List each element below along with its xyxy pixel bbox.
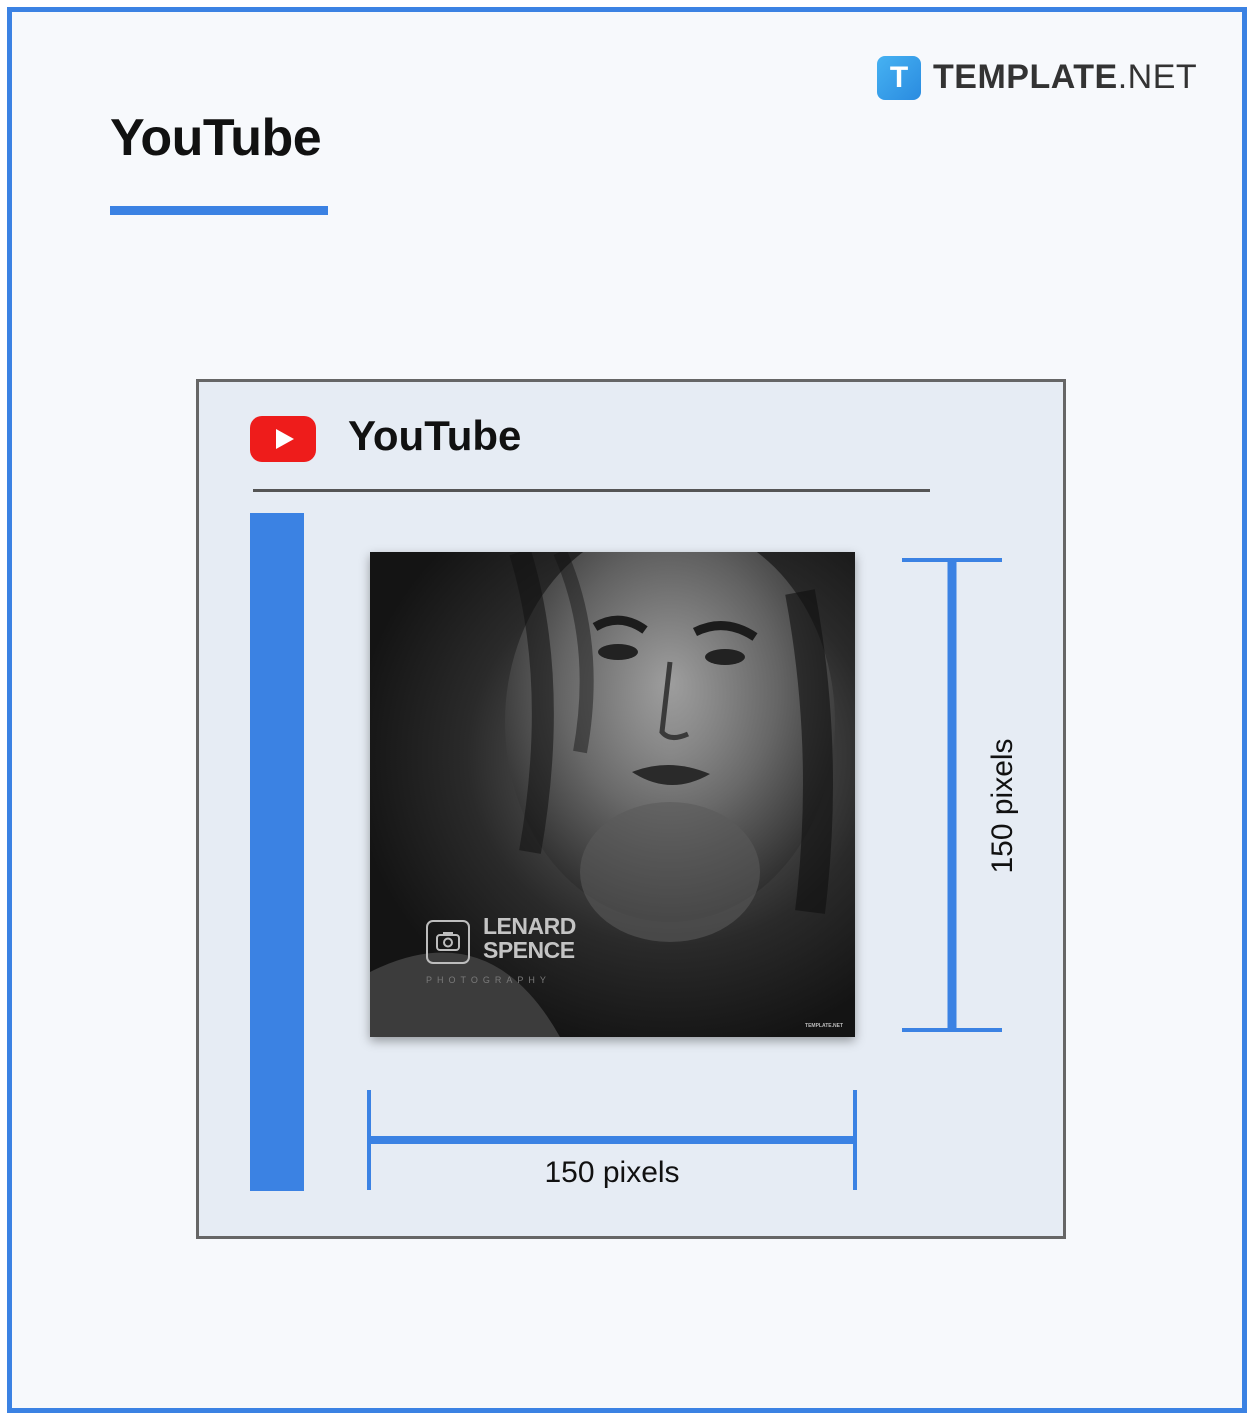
brand-name-suffix: .NET: [1117, 58, 1198, 96]
photographer-subtitle: PHOTOGRAPHY: [426, 975, 551, 985]
brand-name-bold: TEMPLATE: [933, 58, 1118, 96]
photo-credit: TEMPLATE.NET: [805, 1023, 843, 1029]
title-underline: [110, 206, 328, 215]
brand-badge-icon: T: [877, 56, 921, 100]
height-label: 150 pixels: [986, 738, 1019, 874]
camera-icon: [426, 920, 470, 964]
panel-divider: [253, 489, 930, 492]
sidebar-accent-bar: [250, 513, 304, 1191]
youtube-play-icon: [250, 416, 316, 462]
page-title: YouTube: [110, 109, 322, 167]
brand-name: TEMPLATE.NET: [933, 58, 1197, 97]
profile-photo: LENARD SPENCE PHOTOGRAPHY TEMPLATE.NET: [370, 552, 855, 1037]
platform-name: YouTube: [348, 412, 522, 459]
photographer-name: LENARD SPENCE: [483, 913, 576, 963]
width-label: 150 pixels: [544, 1156, 680, 1189]
photo-watermark: LENARD SPENCE PHOTOGRAPHY: [426, 912, 626, 992]
